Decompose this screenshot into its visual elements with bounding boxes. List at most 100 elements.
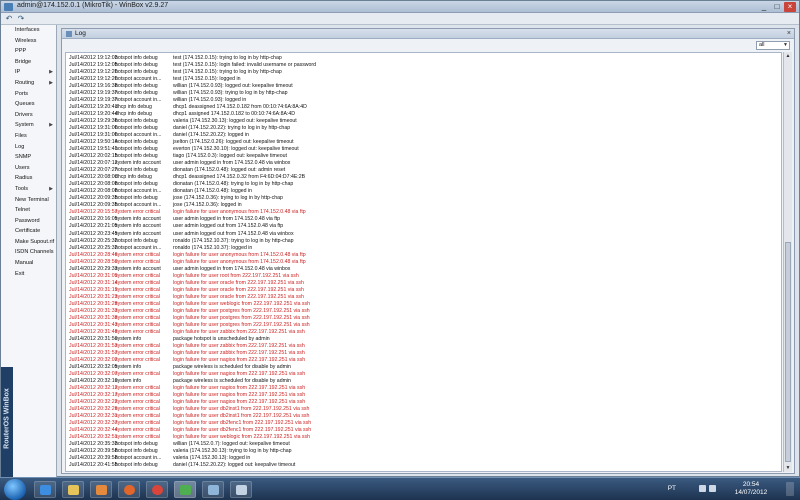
language-indicator[interactable]: PT	[668, 485, 676, 492]
log-toolbar: all ▼	[62, 39, 794, 51]
log-window-title: Log	[75, 30, 86, 37]
network-users-icon	[180, 485, 191, 495]
sidebar-item-label: Bridge	[15, 58, 32, 65]
sidebar-item-label: Interfaces	[15, 27, 40, 33]
minimize-icon[interactable]: _	[759, 2, 769, 12]
scroll-up-icon[interactable]: ▲	[784, 52, 792, 60]
sidebar-item-radius[interactable]: Radius	[1, 173, 56, 184]
taskbar-media[interactable]	[90, 481, 112, 498]
routeros-brand-strip: RouterOS WinBox	[1, 367, 13, 477]
sidebar-item-label: Files	[15, 132, 27, 139]
clock[interactable]: 20:54 14/07/2012	[726, 481, 776, 497]
sidebar-item-label: Queues	[15, 101, 35, 108]
sidebar-item-label: Drivers	[15, 111, 33, 118]
sidebar-item-label: System	[15, 122, 34, 129]
window-title: admin@174.152.0.1 (MikroTik) - WinBox v2…	[17, 2, 169, 9]
sidebar-item-label: Radius	[15, 175, 33, 182]
show-desktop-button[interactable]	[786, 482, 794, 496]
log-row[interactable]: Jul/14/2012 20:41:55 hotspot info debug da…	[66, 462, 781, 470]
sidebar-item-label: Wireless	[15, 37, 37, 44]
winbox-app-icon	[4, 3, 13, 11]
log-filter-value: all	[759, 42, 765, 48]
sidebar-item-label: Exit	[15, 270, 25, 277]
log-window: Log × all ▼ Jul/14/2012 19:12:03 hotspot …	[61, 28, 795, 474]
sidebar-item-label: Password	[15, 217, 40, 224]
speaker-icon[interactable]	[709, 485, 716, 492]
scroll-down-icon[interactable]: ▼	[784, 464, 792, 472]
sidebar-item-wireless[interactable]: Wireless	[1, 36, 56, 47]
clock-date: 14/07/2012	[734, 489, 768, 496]
log-scrollbar[interactable]: ▲ ▼	[783, 52, 792, 472]
log-time: Jul/14/2012 20:41:55	[69, 462, 118, 469]
sidebar-item-label: IP	[15, 69, 21, 76]
sidebar-item-label: Users	[15, 164, 30, 171]
log-title-bar[interactable]: Log ×	[62, 29, 794, 39]
toolbar: ↶ ↷	[1, 13, 799, 25]
submenu-arrow-icon: ▶	[49, 185, 53, 192]
log-topics: hotspot info debug	[115, 462, 158, 469]
sidebar-item-make-supout-rif[interactable]: Make Supout.rif	[1, 237, 56, 248]
title-bar[interactable]: admin@174.152.0.1 (MikroTik) - WinBox v2…	[1, 1, 799, 13]
sidebar-item-interfaces[interactable]: Interfaces	[1, 25, 56, 36]
brand-label: RouterOS WinBox	[3, 388, 11, 449]
winbox-icon	[236, 485, 247, 495]
undo-icon[interactable]: ↶	[4, 14, 14, 24]
sidebar-item-tools[interactable]: Tools ▶	[1, 184, 56, 195]
sidebar-item-ppp[interactable]: PPP	[1, 46, 56, 57]
sidebar-item-label: Tools	[15, 185, 29, 192]
redo-icon[interactable]: ↷	[16, 14, 26, 24]
sidebar-item-label: Make Supout.rif	[15, 238, 55, 245]
close-icon[interactable]: ×	[784, 2, 796, 12]
sidebar-item-isdn-channels[interactable]: ISDN Channels	[1, 247, 56, 258]
sidebar-item-drivers[interactable]: Drivers	[1, 110, 56, 121]
maximize-icon[interactable]: □	[772, 2, 782, 12]
chevron-down-icon: ▼	[783, 42, 788, 48]
taskbar-winbox[interactable]	[230, 481, 252, 498]
sidebar-item-label: Certificate	[15, 228, 41, 235]
sidebar-item-exit[interactable]: Exit	[1, 269, 56, 280]
sidebar-item-bridge[interactable]: Bridge	[1, 57, 56, 68]
sidebar-item-password[interactable]: Password	[1, 216, 56, 227]
sidebar-item-users[interactable]: Users	[1, 163, 56, 174]
sidebar-item-certificate[interactable]: Certificate	[1, 226, 56, 237]
sidebar-item-manual[interactable]: Manual	[1, 258, 56, 269]
log-filter-select[interactable]: all ▼	[756, 41, 790, 50]
media-player-icon	[96, 485, 107, 495]
sidebar-item-ports[interactable]: Ports	[1, 89, 56, 100]
submenu-arrow-icon: ▶	[49, 69, 53, 76]
submenu-arrow-icon: ▶	[49, 79, 53, 86]
sidebar-item-label: SNMP	[15, 154, 32, 161]
application-icon	[208, 485, 219, 495]
log-table: Jul/14/2012 19:12:03 hotspot info debug te…	[65, 52, 782, 472]
log-message: daniel (174.152.20.22): logged out: keep…	[173, 462, 296, 469]
log-close-icon[interactable]: ×	[787, 29, 791, 39]
taskbar-ie[interactable]	[34, 481, 56, 498]
taskbar-firefox[interactable]	[118, 481, 140, 498]
sidebar-item-new-terminal[interactable]: New Terminal	[1, 195, 56, 206]
sidebar-item-label: Manual	[15, 260, 34, 267]
taskbar-chrome[interactable]	[146, 481, 168, 498]
sidebar-item-routing[interactable]: Routing ▶	[1, 78, 56, 89]
sidebar: Interfaces Wireless PPP Bridge IP ▶ Routing ▶ Po…	[1, 25, 57, 477]
sidebar-item-label: Ports	[15, 90, 29, 97]
system-tray: PT 20:54 14/07/2012	[656, 480, 796, 499]
sidebar-item-ip[interactable]: IP ▶	[1, 67, 56, 78]
sidebar-item-label: Log	[15, 143, 25, 150]
scroll-thumb[interactable]	[785, 242, 791, 462]
tray-up-icon[interactable]	[699, 485, 706, 492]
sidebar-item-label: Telnet	[15, 207, 30, 214]
sidebar-item-files[interactable]: Files	[1, 131, 56, 142]
taskbar: PT 20:54 14/07/2012	[0, 477, 800, 500]
sidebar-item-system[interactable]: System ▶	[1, 120, 56, 131]
start-button[interactable]	[4, 479, 26, 500]
sidebar-item-label: Routing	[15, 79, 35, 86]
sidebar-item-log[interactable]: Log	[1, 142, 56, 153]
internet-explorer-icon	[40, 485, 51, 495]
taskbar-network[interactable]	[174, 481, 196, 498]
sidebar-item-telnet[interactable]: Telnet	[1, 205, 56, 216]
sidebar-item-queues[interactable]: Queues	[1, 99, 56, 110]
sidebar-item-snmp[interactable]: SNMP	[1, 152, 56, 163]
taskbar-app[interactable]	[202, 481, 224, 498]
taskbar-explorer[interactable]	[62, 481, 84, 498]
folder-icon	[68, 485, 79, 495]
